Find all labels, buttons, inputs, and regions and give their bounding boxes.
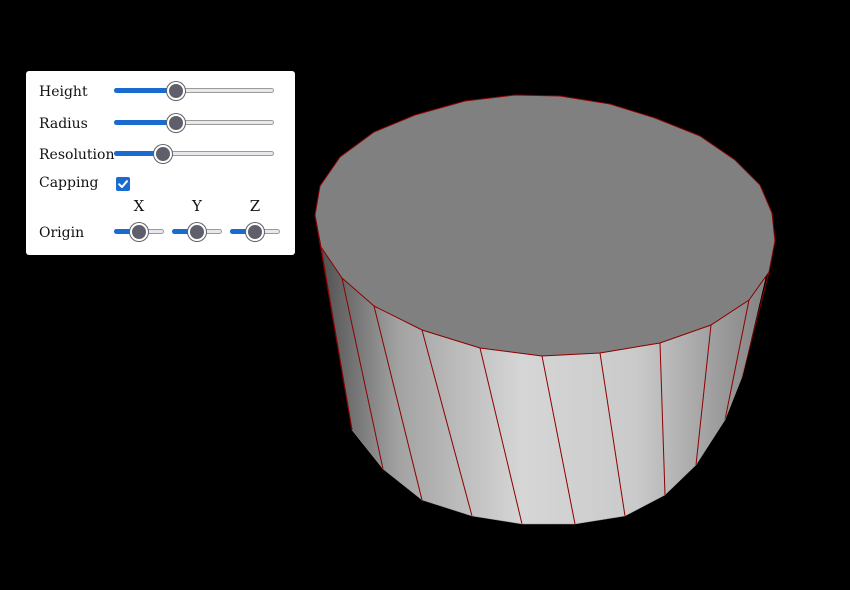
origin-z-slider[interactable] [230,222,280,242]
origin-x-slider-thumb[interactable] [130,223,148,241]
origin-z-label: Z [249,197,261,215]
resolution-slider[interactable] [114,144,274,164]
capping-label: Capping [39,175,99,191]
resolution-slider-thumb[interactable] [153,145,172,163]
origin-label: Origin [39,225,85,241]
radius-label: Radius [39,116,88,132]
origin-y-slider-thumb[interactable] [188,223,206,241]
origin-y-label: Y [192,197,202,215]
checkmark-icon [118,180,128,188]
height-label: Height [39,84,88,100]
origin-y-slider[interactable] [172,222,222,242]
height-slider[interactable] [114,81,274,101]
radius-slider-thumb[interactable] [166,114,185,132]
radius-slider[interactable] [114,113,274,133]
height-slider-thumb[interactable] [166,82,185,100]
origin-x-label: X [133,197,145,215]
capping-checkbox[interactable] [116,177,130,191]
origin-z-slider-thumb[interactable] [246,223,264,241]
origin-x-slider[interactable] [114,222,164,242]
controls-panel: Height Radius Resolution Capping X Y Z O… [26,71,295,255]
resolution-label: Resolution [39,147,115,163]
